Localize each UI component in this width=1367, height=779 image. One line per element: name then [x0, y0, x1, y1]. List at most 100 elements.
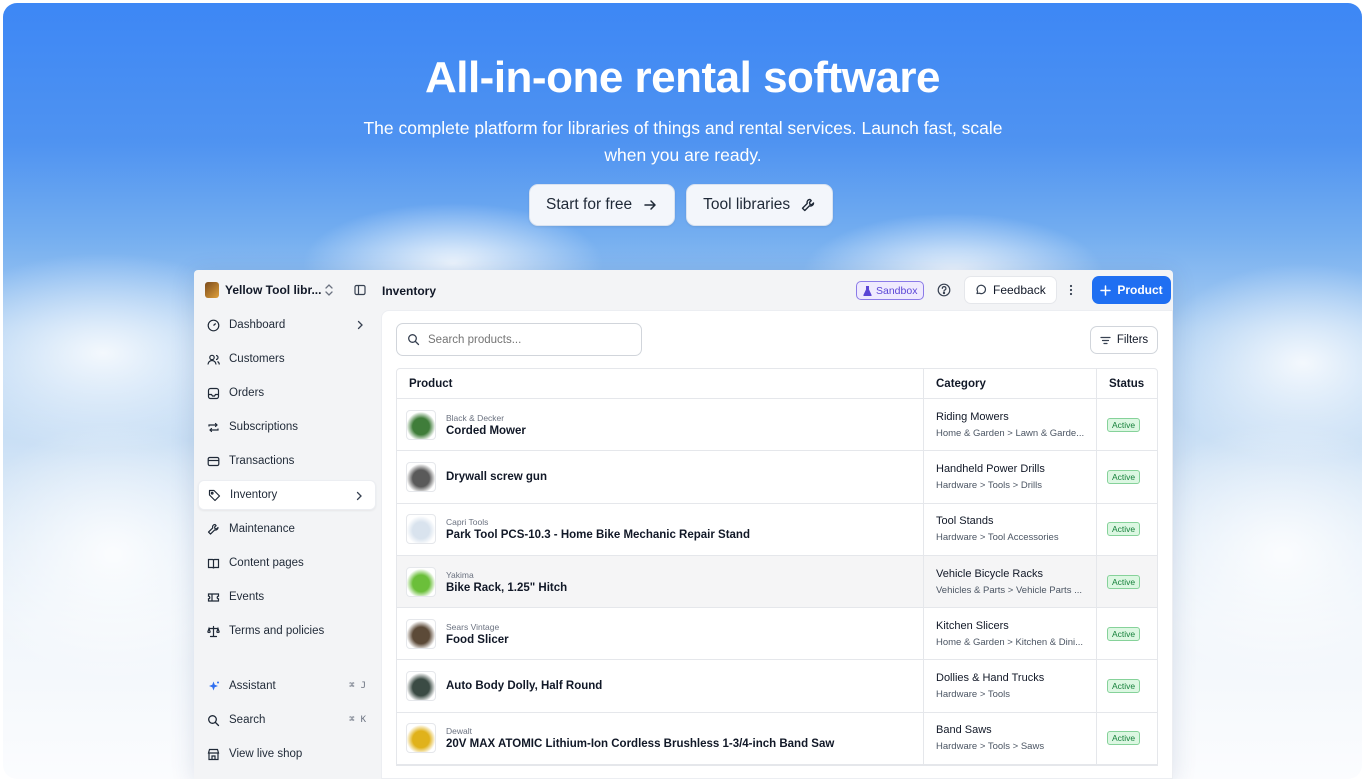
product-name[interactable]: Bike Rack, 1.25" Hitch — [446, 582, 567, 594]
help-icon[interactable] — [937, 283, 951, 297]
chevron-up-down-icon[interactable] — [324, 283, 334, 297]
table-row[interactable]: Auto Body Dolly, Half Round Dollies & Han… — [397, 660, 1157, 713]
arrow-right-icon — [644, 200, 656, 210]
product-info: Dewalt 20V MAX ATOMIC Lithium-Ion Cordles… — [446, 726, 834, 750]
status-badge: Active — [1107, 469, 1141, 484]
sidebar-item-subscriptions[interactable]: Subscriptions — [198, 412, 376, 442]
sidebar-item-view-live-shop[interactable]: View live shop — [198, 739, 376, 769]
product-name[interactable]: Drywall screw gun — [446, 471, 547, 483]
search-products-input[interactable] — [428, 333, 628, 346]
sidebar-item-search[interactable]: Search ⌘ K — [198, 705, 376, 735]
cta-row: Start for free Tool libraries — [529, 184, 834, 226]
tool-libraries-button[interactable]: Tool libraries — [686, 184, 834, 226]
more-vertical-icon[interactable] — [1064, 283, 1078, 297]
sidebar-toggle-icon[interactable] — [354, 284, 366, 296]
table-row[interactable]: Drywall screw gun Handheld Power Drills Ha… — [397, 451, 1157, 504]
product-name[interactable]: 20V MAX ATOMIC Lithium-Ion Cordless Brus… — [446, 738, 834, 750]
status-cell: Active — [1097, 713, 1157, 764]
sidebar-item-assistant[interactable]: Assistant ⌘ J — [198, 671, 376, 701]
sidebar-item-label: Orders — [229, 387, 265, 399]
column-header-status[interactable]: Status — [1097, 369, 1157, 398]
workspace-name: Yellow Tool libr... — [225, 283, 322, 297]
product-thumbnail — [406, 461, 436, 492]
sliders-icon — [1100, 336, 1111, 344]
status-cell: Active — [1097, 504, 1157, 555]
sidebar-item-label: View live shop — [229, 748, 303, 760]
table-row[interactable]: Capri Tools Park Tool PCS-10.3 - Home Bik… — [397, 503, 1157, 556]
tool-libraries-label: Tool libraries — [703, 196, 791, 213]
category-path: Home & Garden > Lawn & Garde... — [936, 427, 1085, 439]
product-brand: Sears Vintage — [446, 621, 500, 632]
store-icon — [207, 748, 220, 760]
category-cell: Tool Stands Hardware > Tool Accessories — [924, 503, 1097, 555]
table-row[interactable]: Black & Decker Corded Mower Riding Mowers H… — [397, 399, 1157, 452]
column-header-category[interactable]: Category — [924, 369, 1097, 398]
wrench-icon — [207, 523, 219, 535]
status-cell: Active — [1097, 451, 1157, 502]
inbox-icon — [207, 387, 220, 399]
add-product-button[interactable]: Product — [1092, 276, 1171, 304]
category-cell: Handheld Power Drills Hardware > Tools > … — [924, 451, 1097, 503]
table-row[interactable]: Dewalt 20V MAX ATOMIC Lithium-Ion Cordles… — [397, 712, 1157, 766]
product-name[interactable]: Corded Mower — [446, 425, 526, 437]
category-cell: Kitchen Slicers Home & Garden > Kitchen &… — [924, 608, 1097, 660]
product-cell: Auto Body Dolly, Half Round — [397, 660, 924, 712]
hero-title: All-in-one rental software — [424, 53, 941, 102]
table-row[interactable]: Yakima Bike Rack, 1.25" Hitch Vehicle Bicy… — [397, 555, 1157, 609]
workspace-switcher[interactable]: Yellow Tool libr... — [205, 282, 321, 298]
table-row[interactable]: Sears Vintage Food Slicer Kitchen Slicers H… — [397, 608, 1157, 661]
sidebar-item-terms-and-policies[interactable]: Terms and policies — [198, 616, 376, 646]
sidebar-item-label: Dashboard — [229, 319, 286, 331]
sidebar-item-maintenance[interactable]: Maintenance — [198, 514, 376, 544]
category-path: Hardware > Tool Accessories — [936, 532, 1059, 544]
start-for-free-label: Start for free — [546, 196, 633, 213]
status-badge: Active — [1107, 626, 1141, 641]
sidebar-item-orders[interactable]: Orders — [198, 378, 376, 408]
product-cell: Drywall screw gun — [397, 451, 924, 503]
product-thumbnail — [406, 514, 436, 545]
sidebar-item-transactions[interactable]: Transactions — [198, 446, 376, 476]
product-name[interactable]: Food Slicer — [446, 634, 509, 646]
category-name: Riding Mowers — [936, 410, 1009, 423]
users-icon — [207, 354, 220, 365]
product-info: Drywall screw gun — [446, 471, 547, 483]
status-badge: Active — [1107, 574, 1141, 589]
search-icon — [408, 334, 420, 346]
product-name[interactable]: Auto Body Dolly, Half Round — [446, 680, 602, 692]
category-cell: Vehicle Bicycle Racks Vehicles & Parts > … — [924, 555, 1097, 608]
filters-button[interactable]: Filters — [1090, 326, 1158, 354]
chevron-right-icon — [357, 320, 363, 330]
sidebar-item-dashboard[interactable]: Dashboard — [198, 310, 376, 340]
sidebar-item-events[interactable]: Events — [198, 582, 376, 612]
chevron-right-icon — [356, 491, 362, 501]
product-thumbnail — [406, 618, 436, 649]
sidebar-item-label: Assistant — [229, 680, 276, 692]
sidebar-item-content-pages[interactable]: Content pages — [198, 548, 376, 578]
repeat-icon — [208, 422, 219, 432]
category-info: Vehicle Bicycle Racks Vehicles & Parts > … — [936, 568, 1082, 596]
sandbox-badge[interactable]: Sandbox — [856, 281, 925, 300]
status-badge: Active — [1107, 731, 1141, 746]
product-name[interactable]: Park Tool PCS-10.3 - Home Bike Mechanic … — [446, 529, 750, 541]
category-info: Riding Mowers Home & Garden > Lawn & Gard… — [936, 411, 1084, 439]
sparkle-icon — [209, 681, 219, 690]
flask-icon — [863, 285, 872, 296]
category-path: Hardware > Tools — [936, 689, 1011, 701]
category-info: Dollies & Hand Trucks Hardware > Tools — [936, 672, 1044, 700]
sidebar-item-customers[interactable]: Customers — [198, 344, 376, 374]
message-icon — [976, 284, 987, 295]
start-for-free-button[interactable]: Start for free — [529, 184, 676, 226]
category-name: Handheld Power Drills — [936, 462, 1045, 475]
product-cell: Capri Tools Park Tool PCS-10.3 - Home Bik… — [397, 503, 924, 555]
sidebar-item-inventory[interactable]: Inventory — [198, 480, 376, 510]
category-path: Home & Garden > Kitchen & Dini... — [936, 636, 1084, 648]
workspace-logo — [205, 282, 219, 298]
column-header-product[interactable]: Product — [397, 369, 924, 398]
category-name: Kitchen Slicers — [936, 619, 1009, 632]
keyboard-shortcut: ⌘ K — [349, 715, 366, 725]
status-cell: Active — [1097, 556, 1157, 607]
category-name: Band Saws — [936, 724, 992, 737]
table-body: Black & Decker Corded Mower Riding Mowers H… — [397, 399, 1157, 766]
search-products-field[interactable] — [396, 323, 642, 356]
feedback-button[interactable]: Feedback — [964, 276, 1057, 304]
